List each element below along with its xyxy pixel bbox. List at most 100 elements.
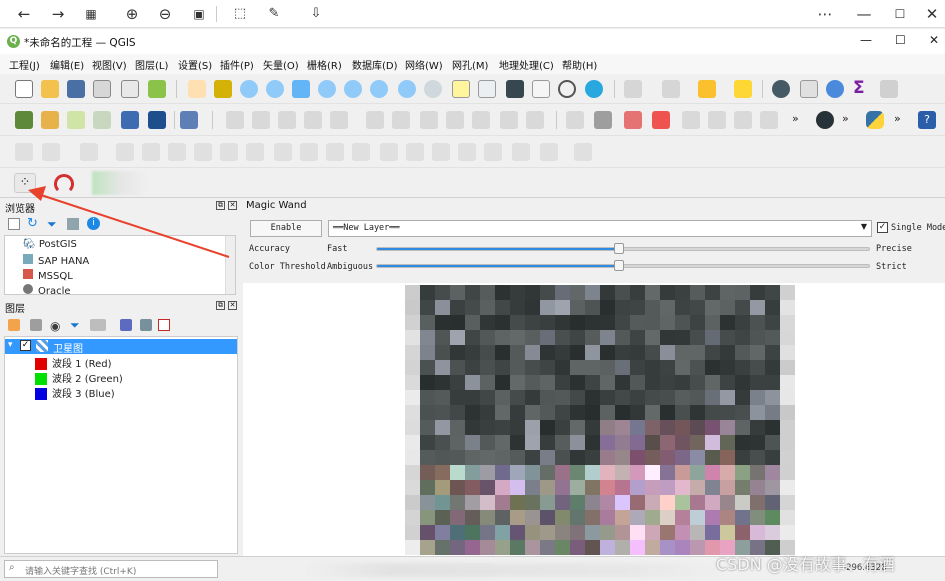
new-project-icon[interactable] xyxy=(15,80,33,98)
add-vector-icon[interactable] xyxy=(67,111,85,129)
menu-processing[interactable]: 地理处理(C) xyxy=(499,57,554,72)
add-raster-icon[interactable] xyxy=(148,111,166,129)
label-settings-icon[interactable] xyxy=(594,111,612,129)
attribute-table-icon[interactable] xyxy=(800,80,818,98)
digitize-icon[interactable] xyxy=(380,143,398,161)
filter-icon[interactable]: ⏷ xyxy=(47,217,57,232)
style-manager-icon[interactable] xyxy=(148,80,166,98)
accuracy-slider[interactable] xyxy=(376,243,870,254)
statistics-sum-icon[interactable]: Σ xyxy=(853,78,865,98)
show-hide-labels-icon[interactable] xyxy=(708,111,726,129)
layer-labeling-icon[interactable] xyxy=(624,111,642,129)
single-mode-checkbox[interactable]: ✓ xyxy=(877,222,888,233)
copy-features-icon[interactable] xyxy=(446,111,464,129)
info-icon[interactable]: i xyxy=(87,217,100,230)
threshold-slider-handle[interactable] xyxy=(614,260,625,271)
more-chevron-icon[interactable]: » xyxy=(894,112,901,125)
zoom-out-icon[interactable] xyxy=(266,80,284,98)
scrollbar[interactable] xyxy=(225,236,235,294)
digitize-icon[interactable] xyxy=(116,143,134,161)
digitize-icon[interactable] xyxy=(326,143,344,161)
forward-arrow-icon[interactable]: → xyxy=(46,3,70,25)
accuracy-slider-handle[interactable] xyxy=(614,243,625,254)
pan-to-selection-icon[interactable] xyxy=(214,80,232,98)
back-arrow-icon[interactable]: ← xyxy=(12,3,36,25)
save-icon[interactable]: ⇩ xyxy=(304,3,328,25)
cut-features-icon[interactable] xyxy=(420,111,438,129)
edit-pencil-icon[interactable] xyxy=(252,111,270,129)
temporal-controller-icon[interactable] xyxy=(558,80,576,98)
digitize-icon[interactable] xyxy=(432,143,450,161)
close-panel-icon[interactable]: ✕ xyxy=(228,201,237,210)
style-panel-icon[interactable] xyxy=(8,319,20,331)
zoom-in-icon[interactable]: ⊕ xyxy=(120,3,144,25)
remove-layer-icon[interactable] xyxy=(158,319,170,331)
zoom-native-icon[interactable] xyxy=(370,80,388,98)
deselect-icon[interactable] xyxy=(662,80,680,98)
collapse-all-icon[interactable] xyxy=(140,319,152,331)
digitize-icon[interactable] xyxy=(540,143,558,161)
float-panel-icon[interactable]: ⧉ xyxy=(216,201,225,210)
add-virtual-layer-icon[interactable] xyxy=(180,111,198,129)
add-feature-icon[interactable] xyxy=(304,111,322,129)
deselect-all-icon[interactable] xyxy=(734,80,752,98)
close-panel-icon[interactable]: ✕ xyxy=(228,301,237,310)
minimize-icon[interactable]: — xyxy=(852,3,876,25)
zoom-full-icon[interactable] xyxy=(292,80,310,98)
digitize-icon[interactable] xyxy=(406,143,424,161)
vertex-tool-icon[interactable] xyxy=(330,111,348,129)
menu-settings[interactable]: 设置(S) xyxy=(178,57,212,72)
close-icon[interactable]: ✕ xyxy=(929,33,939,47)
layer-diagram-icon[interactable] xyxy=(652,111,670,129)
more-chevron-icon[interactable]: » xyxy=(842,112,849,125)
edit-icon[interactable]: ✎ xyxy=(262,3,286,25)
refresh-icon[interactable]: ↻ xyxy=(27,216,38,231)
identify-icon[interactable] xyxy=(772,80,790,98)
toggle-editing-icon[interactable] xyxy=(226,111,244,129)
add-delimited-text-icon[interactable] xyxy=(93,111,111,129)
redo-icon[interactable] xyxy=(526,111,544,129)
digitize-icon[interactable] xyxy=(574,143,592,161)
menu-layer[interactable]: 图层(L) xyxy=(135,57,168,72)
digitize-icon[interactable] xyxy=(168,143,186,161)
add-selected-icon[interactable] xyxy=(8,218,20,230)
new-map-view-icon[interactable] xyxy=(452,80,470,98)
bookmark-icon[interactable] xyxy=(506,80,524,98)
measure-icon[interactable] xyxy=(880,80,898,98)
label-toolbar-icon[interactable] xyxy=(566,111,584,129)
settings-gear-icon[interactable] xyxy=(826,80,844,98)
new-3d-map-icon[interactable] xyxy=(478,80,496,98)
maximize-icon[interactable]: ☐ xyxy=(888,3,912,25)
more-icon[interactable]: ⋯ xyxy=(813,3,837,25)
maximize-icon[interactable]: ☐ xyxy=(895,33,906,47)
tree-item-sap-hana[interactable]: SAP HANA xyxy=(23,254,89,267)
save-as-icon[interactable] xyxy=(93,80,111,98)
pan-icon[interactable] xyxy=(188,80,206,98)
digitize-icon[interactable] xyxy=(458,143,476,161)
more-chevron-icon[interactable]: » xyxy=(792,112,799,125)
undo-icon[interactable] xyxy=(500,111,518,129)
zoom-selection-icon[interactable] xyxy=(318,80,336,98)
add-group-icon[interactable] xyxy=(30,319,42,331)
python-console-icon[interactable] xyxy=(866,111,884,129)
zoom-next-icon[interactable] xyxy=(424,80,442,98)
select-features-icon[interactable] xyxy=(624,80,642,98)
digitize-icon[interactable] xyxy=(512,143,530,161)
add-wms-icon[interactable] xyxy=(121,111,139,129)
grid-icon[interactable]: ▦ xyxy=(79,3,103,25)
digitize-icon[interactable] xyxy=(80,143,98,161)
float-panel-icon[interactable]: ⧉ xyxy=(216,301,225,310)
menu-help[interactable]: 帮助(H) xyxy=(562,57,597,72)
expand-all-icon[interactable] xyxy=(120,319,132,331)
plugin-globe-icon[interactable] xyxy=(816,111,834,129)
menu-database[interactable]: 数据库(D) xyxy=(352,57,398,72)
digitize-icon[interactable] xyxy=(352,143,370,161)
delete-selected-icon[interactable] xyxy=(392,111,410,129)
rotate-label-icon[interactable] xyxy=(760,111,778,129)
digitize-icon[interactable] xyxy=(194,143,212,161)
menu-edit[interactable]: 编辑(E) xyxy=(50,57,84,72)
digitize-icon[interactable] xyxy=(246,143,264,161)
zoom-out-icon[interactable]: ⊖ xyxy=(153,3,177,25)
visibility-eye-icon[interactable]: ◉ xyxy=(50,319,60,333)
digitize-icon[interactable] xyxy=(42,143,60,161)
